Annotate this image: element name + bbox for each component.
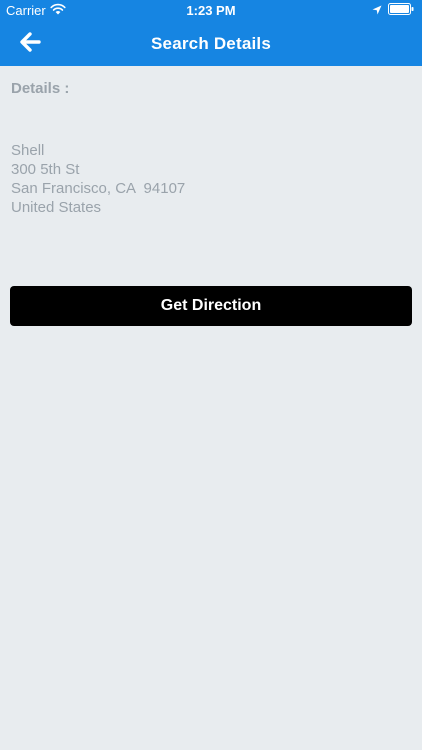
status-bar: Carrier 1:23 PM	[0, 0, 422, 22]
address-name: Shell	[11, 142, 45, 159]
navigation-bar: Search Details	[0, 22, 422, 66]
page-title: Search Details	[151, 34, 271, 53]
details-label: Details :	[11, 80, 70, 97]
address-city: San Francisco, CA 94107	[11, 180, 186, 197]
location-arrow-icon	[372, 3, 382, 18]
address-block: Shell 300 5th St San Francisco, CA 94107…	[11, 141, 185, 217]
get-direction-button[interactable]: Get Direction	[10, 286, 412, 326]
top-bar: Carrier 1:23 PM Search Details	[0, 0, 422, 66]
status-time: 1:23 PM	[186, 3, 236, 18]
status-right	[372, 3, 414, 18]
address-street: 300 5th St	[11, 161, 80, 178]
address-country: United States	[11, 199, 102, 216]
battery-icon	[388, 3, 414, 18]
